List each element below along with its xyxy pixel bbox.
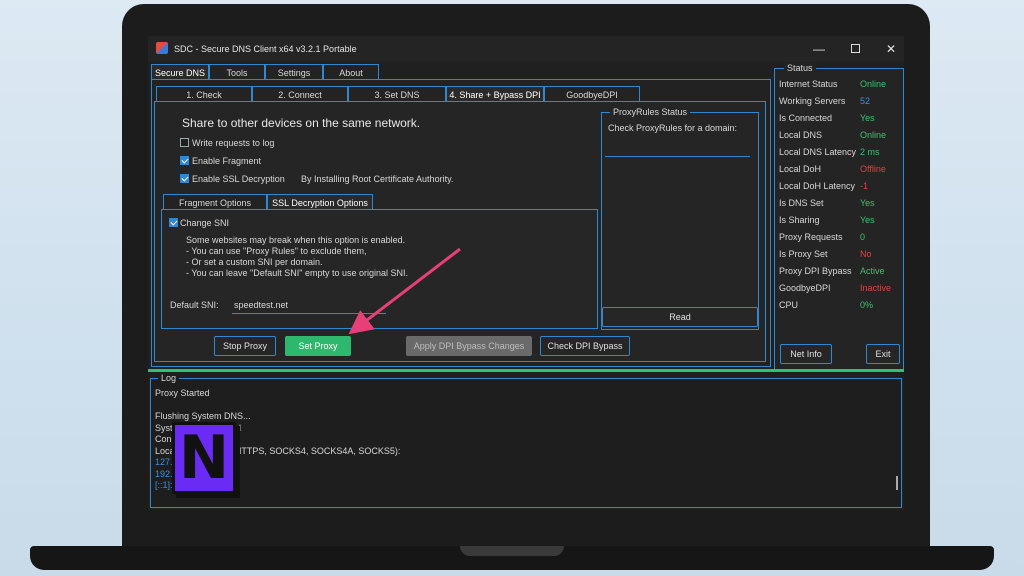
sni-help-line: - Or set a custom SNI per domain. xyxy=(186,257,323,267)
status-value: 0% xyxy=(860,300,874,310)
status-label: Is Connected xyxy=(779,113,833,123)
status-value: Offline xyxy=(860,164,886,174)
tab-tools[interactable]: Tools xyxy=(209,64,265,80)
status-label: Local DNS Latency xyxy=(779,147,857,157)
app-window: SDC - Secure DNS Client x64 v3.2.1 Porta… xyxy=(148,36,904,510)
tab-share-bypass-dpi[interactable]: 4. Share + Bypass DPI xyxy=(446,86,544,102)
status-value: Yes xyxy=(860,113,875,123)
status-label: Proxy DPI Bypass xyxy=(779,266,852,276)
status-value: Inactive xyxy=(860,283,892,293)
tab-connect[interactable]: 2. Connect xyxy=(252,86,348,102)
status-value: Yes xyxy=(860,198,875,208)
minimize-button[interactable]: — xyxy=(810,40,828,58)
proxy-rules-label: Check ProxyRules for a domain: xyxy=(608,123,738,133)
status-label: GoodbyeDPI xyxy=(779,283,831,293)
status-value: Yes xyxy=(860,215,875,225)
status-value: No xyxy=(860,249,872,259)
status-label: Is Proxy Set xyxy=(779,249,828,259)
tab-secure-dns[interactable]: Secure DNS xyxy=(151,64,209,80)
tab-set-dns[interactable]: 3. Set DNS xyxy=(348,86,446,102)
overlay-logo-letter: N xyxy=(178,423,230,493)
default-sni-label: Default SNI: xyxy=(170,300,219,310)
app-icon xyxy=(156,42,168,54)
status-label: CPU xyxy=(779,300,799,310)
stop-proxy-button[interactable]: Stop Proxy xyxy=(214,336,276,356)
proxy-rules-domain-input[interactable] xyxy=(605,141,750,157)
tab-ssl-decryption-options[interactable]: SSL Decryption Options xyxy=(267,194,373,210)
log-scrollbar[interactable] xyxy=(896,476,898,490)
log-line: Con xyxy=(155,434,172,444)
proxy-rules-title: ProxyRules Status xyxy=(610,107,691,117)
read-button[interactable]: Read xyxy=(602,307,758,327)
tab-settings[interactable]: Settings xyxy=(265,64,323,80)
tab-fragment-options[interactable]: Fragment Options xyxy=(163,194,267,210)
splitter[interactable] xyxy=(148,369,904,372)
change-sni-checkbox[interactable] xyxy=(169,218,178,227)
maximize-button[interactable] xyxy=(846,40,864,58)
log-title: Log xyxy=(158,373,180,383)
overlay-logo: N xyxy=(172,422,236,494)
close-button[interactable]: ✕ xyxy=(882,40,900,58)
status-label: Local DoH Latency xyxy=(779,181,856,191)
status-label: Working Servers xyxy=(779,96,846,106)
log-line: Proxy Started xyxy=(155,388,210,398)
default-sni-value: speedtest.net xyxy=(234,300,289,310)
status-label: Is DNS Set xyxy=(779,198,824,208)
maximize-icon xyxy=(850,44,860,53)
change-sni-label: Change SNI xyxy=(180,218,230,228)
status-label: Local DoH xyxy=(779,164,822,174)
tab-about[interactable]: About xyxy=(323,64,379,80)
status-label: Local DNS xyxy=(779,130,823,140)
log-line: Flushing System DNS... xyxy=(155,411,251,421)
enable-ssl-checkbox[interactable] xyxy=(180,174,189,183)
check-dpi-bypass-button[interactable]: Check DPI Bypass xyxy=(540,336,630,356)
status-value: 2 ms xyxy=(860,147,880,157)
status-value: -1 xyxy=(860,181,869,191)
title-bar: SDC - Secure DNS Client x64 v3.2.1 Porta… xyxy=(148,36,904,62)
net-info-button[interactable]: Net Info xyxy=(780,344,832,364)
write-requests-checkbox[interactable] xyxy=(180,138,189,147)
status-label: Internet Status xyxy=(779,79,838,89)
enable-fragment-checkbox[interactable] xyxy=(180,156,189,165)
status-label: Is Sharing xyxy=(779,215,820,225)
arrow-annotation xyxy=(348,247,461,335)
ssl-note: By Installing Root Certificate Authority… xyxy=(301,174,454,184)
tab-check[interactable]: 1. Check xyxy=(156,86,252,102)
enable-fragment-label: Enable Fragment xyxy=(192,156,262,166)
status-value: 52 xyxy=(860,96,871,106)
log-text: Proxy Started Flushing System DNS... Syste… xyxy=(148,388,888,506)
status-value: Online xyxy=(860,79,887,89)
enable-ssl-label: Enable SSL Decryption xyxy=(192,174,285,184)
status-title: Status xyxy=(784,63,816,73)
write-requests-label: Write requests to log xyxy=(192,138,275,148)
exit-button[interactable]: Exit xyxy=(866,344,900,364)
laptop-notch xyxy=(460,546,564,556)
share-heading: Share to other devices on the same netwo… xyxy=(182,116,421,130)
status-label: Proxy Requests xyxy=(779,232,843,242)
status-value: Online xyxy=(860,130,887,140)
status-value: Active xyxy=(860,266,885,276)
tab-goodbyedpi[interactable]: GoodbyeDPI xyxy=(544,86,640,102)
status-value: 0 xyxy=(860,232,866,242)
window-title: SDC - Secure DNS Client x64 v3.2.1 Porta… xyxy=(174,44,357,54)
